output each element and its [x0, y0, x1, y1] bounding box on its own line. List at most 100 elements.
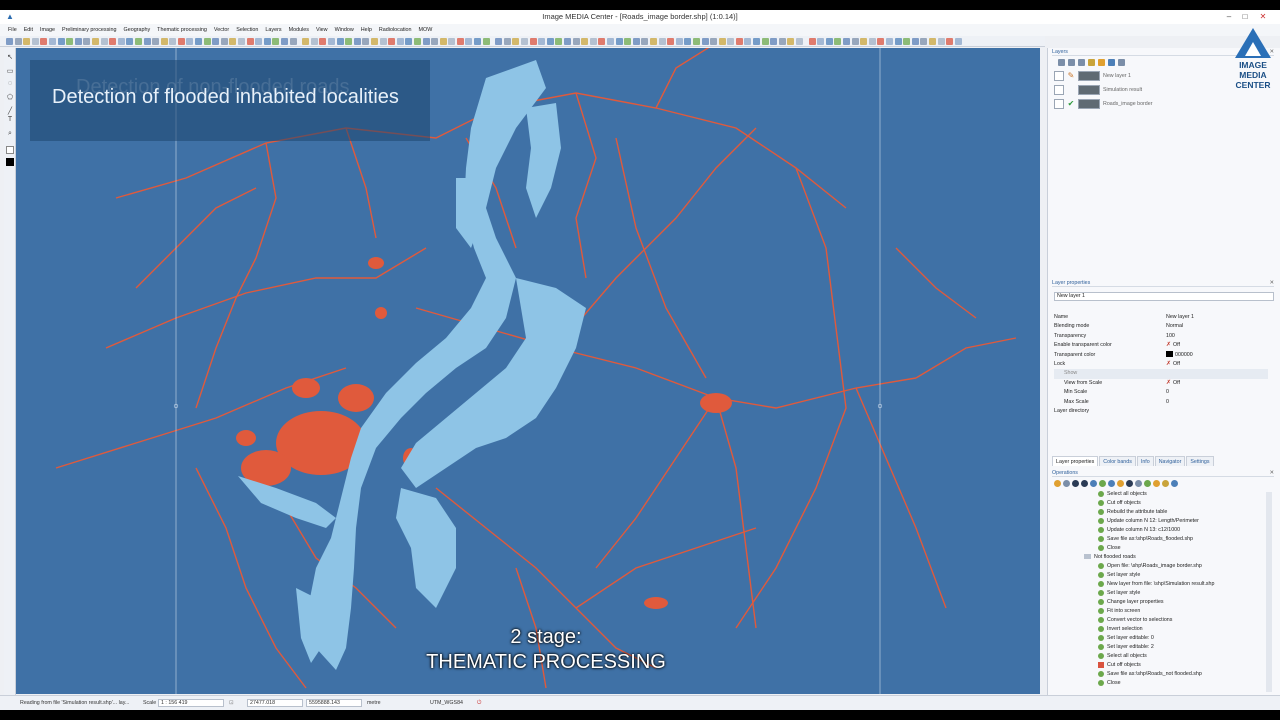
toolbar-tool-icon[interactable]: [345, 37, 353, 45]
toolbar-tool-icon[interactable]: [281, 37, 288, 45]
operation-tool-icon[interactable]: [1108, 480, 1115, 487]
operation-tool-icon[interactable]: [1090, 480, 1097, 487]
menu-selection[interactable]: Selection: [236, 27, 258, 33]
operation-tool-icon[interactable]: [1135, 480, 1142, 487]
menu-preliminary-processing[interactable]: Preliminary processing: [62, 27, 117, 33]
rectangle-tool-icon[interactable]: ▭: [6, 68, 14, 76]
toolbar-tool-icon[interactable]: [954, 37, 962, 45]
toolbar-tool-icon[interactable]: [152, 37, 160, 45]
menu-modules[interactable]: Modules: [289, 27, 309, 33]
operation-tool-icon[interactable]: [1153, 480, 1160, 487]
menu-file[interactable]: File: [8, 27, 17, 33]
operations-scrollbar[interactable]: [1266, 492, 1272, 692]
toolbar-tool-icon[interactable]: [229, 37, 237, 45]
toolbar-tool-icon[interactable]: [735, 37, 743, 45]
toolbar-tool-icon[interactable]: [177, 37, 185, 45]
toolbar-tool-icon[interactable]: [448, 37, 456, 45]
toolbar-tool-icon[interactable]: [860, 37, 868, 45]
toolbar-tool-icon[interactable]: [778, 37, 786, 45]
toolbar-tool-icon[interactable]: [439, 37, 447, 45]
toolbar-tool-icon[interactable]: [405, 37, 413, 45]
operation-item[interactable]: New layer from file: \shp\Simulation res…: [1098, 580, 1214, 589]
close-icon[interactable]: ✕: [1270, 279, 1274, 287]
operation-item[interactable]: Set layer style: [1098, 589, 1140, 598]
visibility-checkbox[interactable]: [1054, 71, 1064, 81]
toolbar-tool-icon[interactable]: [521, 37, 529, 45]
toolbar-tool-icon[interactable]: [692, 37, 700, 45]
toolbar-tool-icon[interactable]: [48, 37, 56, 45]
menu-help[interactable]: Help: [361, 27, 372, 33]
background-color-swatch[interactable]: [6, 158, 14, 166]
toolbar-tool-icon[interactable]: [658, 37, 666, 45]
toolbar-tool-icon[interactable]: [14, 37, 22, 45]
operation-item[interactable]: Cut off objects: [1098, 499, 1141, 508]
toolbar-tool-icon[interactable]: [667, 37, 675, 45]
toolbar-tool-icon[interactable]: [641, 37, 649, 45]
toolbar-tool-icon[interactable]: [615, 37, 623, 45]
toolbar-tool-icon[interactable]: [310, 37, 318, 45]
operation-item[interactable]: Update column N 13: c12/1000: [1098, 526, 1180, 535]
toolbar-tool-icon[interactable]: [169, 37, 177, 45]
pointer-tool-icon[interactable]: ↖: [6, 54, 14, 62]
tab-color-bands[interactable]: Color bands: [1099, 456, 1136, 466]
operation-item[interactable]: Set layer editable: 2: [1098, 643, 1154, 652]
menu-view[interactable]: View: [316, 27, 328, 33]
toolbar-tool-icon[interactable]: [302, 37, 310, 45]
toolbar-tool-icon[interactable]: [327, 37, 335, 45]
toolbar-tool-icon[interactable]: [246, 37, 254, 45]
property-value[interactable]: 0: [1166, 388, 1169, 397]
layer-select-dropdown[interactable]: New layer 1: [1054, 292, 1274, 301]
toolbar-tool-icon[interactable]: [203, 37, 211, 45]
toolbar-tool-icon[interactable]: [495, 37, 503, 45]
toolbar-tool-icon[interactable]: [546, 37, 554, 45]
toolbar-tool-icon[interactable]: [894, 37, 902, 45]
menu-layers[interactable]: Layers: [265, 27, 281, 33]
menu-geography[interactable]: Geography: [124, 27, 151, 33]
toolbar-tool-icon[interactable]: [40, 37, 48, 45]
toolbar-tool-icon[interactable]: [727, 37, 735, 45]
locked-icon[interactable]: [1066, 85, 1076, 95]
toolbar-tool-icon[interactable]: [843, 37, 850, 45]
off-toggle-icon[interactable]: ✗: [1166, 361, 1171, 367]
toolbar-tool-icon[interactable]: [684, 37, 692, 45]
toolbar-tool-icon[interactable]: [31, 37, 39, 45]
operation-item[interactable]: Invert selection: [1098, 625, 1143, 634]
toolbar-tool-icon[interactable]: [83, 37, 91, 45]
toolbar-tool-icon[interactable]: [126, 37, 134, 45]
property-value[interactable]: 100: [1166, 332, 1175, 341]
operation-item[interactable]: Update column N 12: Length/Perimeter: [1098, 517, 1199, 526]
toolbar-tool-icon[interactable]: [761, 37, 769, 45]
toolbar-tool-icon[interactable]: [885, 37, 893, 45]
toolbar-tool-icon[interactable]: [100, 37, 108, 45]
operation-tool-icon[interactable]: [1162, 480, 1169, 487]
toolbar-tool-icon[interactable]: [598, 37, 606, 45]
property-value[interactable]: 000000: [1166, 351, 1193, 360]
tab-layer-properties[interactable]: Layer properties: [1052, 456, 1099, 466]
layer-tool-icon[interactable]: [1118, 59, 1125, 66]
toolbar-tool-icon[interactable]: [143, 37, 151, 45]
toolbar-tool-icon[interactable]: [753, 37, 761, 45]
toolbar-tool-icon[interactable]: [109, 37, 117, 45]
operation-tool-icon[interactable]: [1117, 480, 1124, 487]
toolbar-tool-icon[interactable]: [589, 37, 597, 45]
operation-item[interactable]: Cut off objects: [1098, 661, 1141, 670]
layer-tool-icon[interactable]: [1108, 59, 1115, 66]
toolbar-tool-icon[interactable]: [66, 37, 74, 45]
toolbar-tool-icon[interactable]: [624, 37, 632, 45]
toolbar-tool-icon[interactable]: [564, 37, 571, 45]
menu-image[interactable]: Image: [40, 27, 55, 33]
property-value[interactable]: New layer 1: [1166, 313, 1194, 322]
toolbar-tool-icon[interactable]: [74, 37, 82, 45]
operation-item[interactable]: Select all objects: [1098, 490, 1147, 499]
toolbar-tool-icon[interactable]: [134, 37, 142, 45]
toolbar-tool-icon[interactable]: [272, 37, 280, 45]
toolbar-tool-icon[interactable]: [238, 37, 246, 45]
toolbar-tool-icon[interactable]: [212, 37, 220, 45]
toolbar-tool-icon[interactable]: [370, 37, 378, 45]
operation-item[interactable]: Change layer properties: [1098, 598, 1164, 607]
edit-pencil-icon[interactable]: ✔: [1066, 99, 1076, 109]
toolbar-tool-icon[interactable]: [456, 37, 464, 45]
property-value[interactable]: ✗ Off: [1166, 379, 1180, 388]
menu-radiolocation[interactable]: Radiolocation: [379, 27, 412, 33]
toolbar-tool-icon[interactable]: [353, 37, 361, 45]
